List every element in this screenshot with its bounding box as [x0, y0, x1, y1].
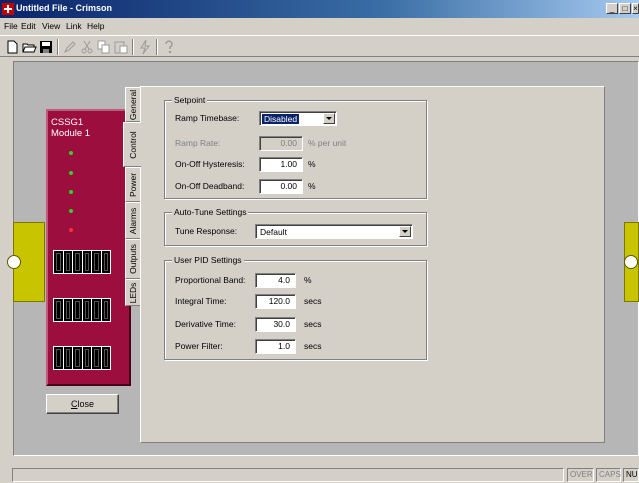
- deadband-label: On-Off Deadband:: [175, 181, 245, 191]
- power-filter-unit: secs: [304, 341, 322, 351]
- ramp-timebase-value: Disabled: [262, 114, 300, 124]
- open-folder-icon[interactable]: [21, 39, 37, 55]
- ramp-timebase-label: Ramp Timebase:: [175, 113, 240, 123]
- autotune-group: Auto-Tune Settings Tune Response: Defaul…: [164, 207, 427, 246]
- autotune-group-title: Auto-Tune Settings: [172, 207, 249, 217]
- tune-response-value: Default: [260, 227, 287, 237]
- save-icon[interactable]: [38, 39, 54, 55]
- tab-alarms[interactable]: Alarms: [125, 202, 140, 239]
- deadband-unit: %: [308, 181, 316, 191]
- paste-icon[interactable]: [113, 39, 129, 55]
- new-file-icon[interactable]: [4, 39, 20, 55]
- window-title: Untitled File - Crimson: [16, 3, 113, 13]
- module-name: CSSG1: [51, 117, 84, 128]
- led-green-4: [69, 209, 73, 213]
- edit-pencil-icon[interactable]: [62, 39, 78, 55]
- integral-time-field[interactable]: 120.0: [255, 294, 296, 309]
- maximize-button[interactable]: □: [619, 3, 631, 14]
- derivative-time-unit: secs: [304, 319, 322, 329]
- toolbar: [0, 35, 639, 57]
- led-green-1: [69, 151, 73, 155]
- tune-response-select[interactable]: Default: [255, 224, 413, 239]
- tab-control[interactable]: Control: [123, 122, 141, 167]
- deadband-field[interactable]: 0.00: [259, 179, 303, 194]
- cut-icon[interactable]: [79, 39, 95, 55]
- tab-leds[interactable]: LEDs: [125, 279, 140, 306]
- menu-help[interactable]: Help: [87, 21, 104, 31]
- led-green-3: [69, 190, 73, 194]
- prop-band-unit: %: [304, 275, 312, 285]
- control-tab-panel: Setpoint Ramp Timebase: Disabled Ramp Ra…: [140, 86, 605, 443]
- close-window-button[interactable]: ×: [632, 3, 639, 14]
- tab-outputs[interactable]: Outputs: [125, 239, 140, 279]
- digit-display-2: [53, 298, 111, 322]
- copy-icon[interactable]: [96, 39, 112, 55]
- prop-band-label: Proportional Band:: [175, 275, 246, 285]
- derivative-time-field[interactable]: 30.0: [255, 317, 296, 332]
- setpoint-group: Setpoint Ramp Timebase: Disabled Ramp Ra…: [164, 95, 427, 199]
- status-bar: OVER CAPS NUM: [0, 466, 639, 483]
- close-button[interactable]: Close: [46, 394, 119, 414]
- status-message-pane: [12, 468, 564, 482]
- toolbar-separator: [132, 39, 134, 55]
- tab-power[interactable]: Power: [125, 167, 140, 202]
- status-over: OVER: [567, 468, 594, 482]
- crimson-app-icon[interactable]: [2, 3, 14, 15]
- led-green-2: [69, 171, 73, 175]
- pid-group-title: User PID Settings: [172, 255, 244, 265]
- tune-response-label: Tune Response:: [175, 226, 238, 236]
- ramp-rate-field[interactable]: 0.00: [259, 136, 303, 151]
- ramp-rate-unit: % per unit: [308, 138, 347, 148]
- module-subtitle: Module 1: [51, 128, 91, 139]
- setpoint-group-title: Setpoint: [172, 95, 208, 105]
- rail-hole-left: [7, 255, 21, 269]
- menu-file[interactable]: File: [4, 21, 18, 31]
- status-caps: CAPS: [596, 468, 621, 482]
- power-filter-field[interactable]: 1.0: [255, 339, 296, 354]
- menu-edit[interactable]: Edit: [21, 21, 36, 31]
- chevron-down-icon[interactable]: [399, 226, 411, 237]
- hysteresis-field[interactable]: 1.00: [259, 157, 303, 172]
- hysteresis-unit: %: [308, 159, 316, 169]
- digit-display-3: [53, 346, 111, 370]
- power-filter-label: Power Filter:: [175, 341, 223, 351]
- digit-display-1: [53, 250, 111, 274]
- menu-bar: File Edit View Link Help: [0, 19, 639, 33]
- tab-general[interactable]: General: [125, 87, 140, 122]
- title-bar[interactable]: Untitled File - Crimson _ □ ×: [0, 0, 639, 18]
- lightning-icon[interactable]: [137, 39, 153, 55]
- pid-group: User PID Settings Proportional Band: 4.0…: [164, 255, 427, 360]
- toolbar-separator: [156, 39, 158, 55]
- integral-time-unit: secs: [304, 296, 322, 306]
- integral-time-label: Integral Time:: [175, 296, 227, 306]
- status-num: NUM: [623, 468, 639, 482]
- derivative-time-label: Derivative Time:: [175, 319, 236, 329]
- rail-hole-right: [624, 255, 638, 269]
- ramp-rate-label: Ramp Rate:: [175, 138, 221, 148]
- hysteresis-label: On-Off Hysteresis:: [175, 159, 245, 169]
- chevron-down-icon[interactable]: [323, 113, 335, 124]
- help-icon[interactable]: [161, 39, 177, 55]
- menu-link[interactable]: Link: [66, 21, 82, 31]
- led-red: [69, 228, 73, 232]
- ramp-timebase-select[interactable]: Disabled: [259, 111, 337, 126]
- menu-view[interactable]: View: [42, 21, 60, 31]
- prop-band-field[interactable]: 4.0: [255, 273, 296, 288]
- toolbar-separator: [57, 39, 59, 55]
- minimize-button[interactable]: _: [606, 3, 618, 14]
- module-cssg1[interactable]: CSSG1 Module 1: [46, 109, 131, 386]
